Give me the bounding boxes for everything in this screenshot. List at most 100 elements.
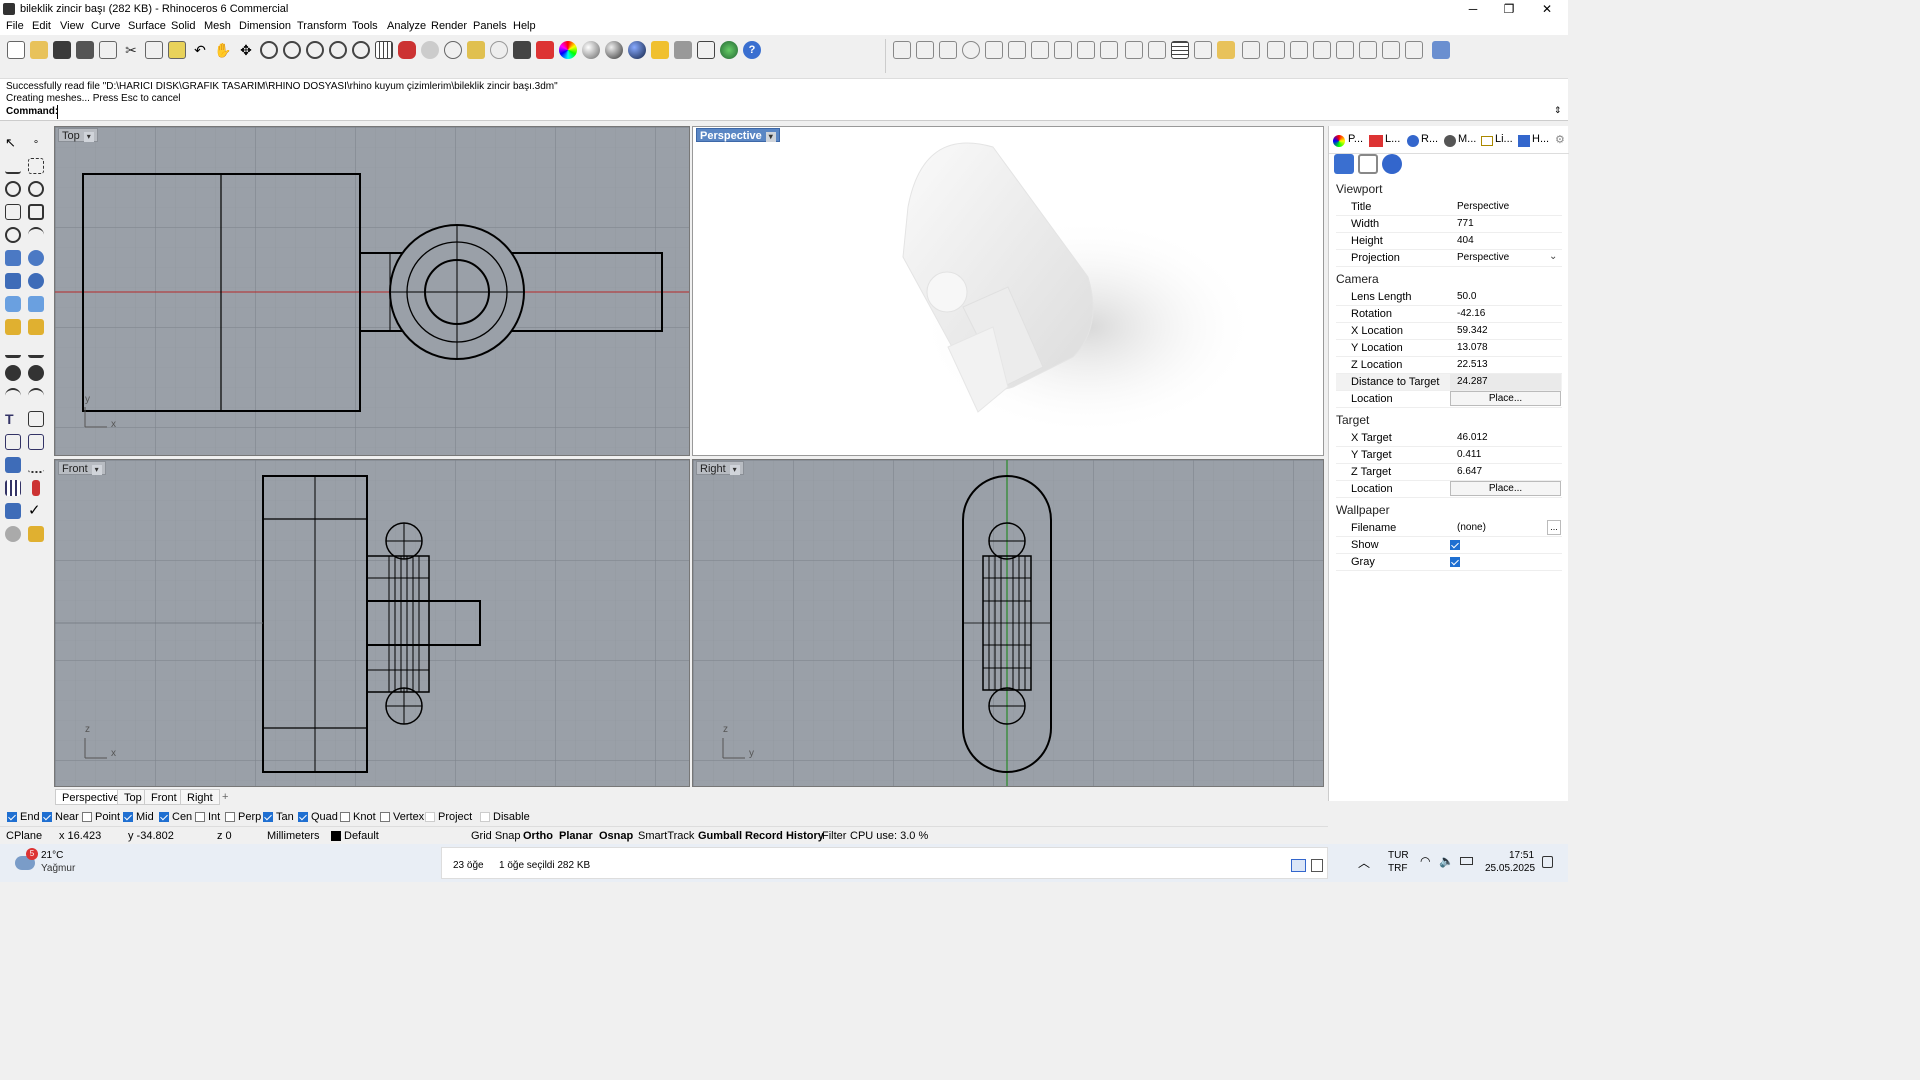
osnap-disable[interactable]: Disable [480,811,530,823]
viewport-perspective[interactable]: Perspective ▾ [692,126,1324,456]
checkbox-icon[interactable] [42,812,52,822]
clock-time[interactable]: 17:51 [1509,850,1534,861]
gumball-toggle[interactable]: Gumball [698,830,742,842]
chevron-down-icon[interactable]: ▾ [729,465,740,475]
checkbox-icon[interactable] [263,812,273,822]
checkbox-icon[interactable] [425,812,435,822]
menu-edit[interactable]: Edit [32,20,51,32]
edit-icon[interactable] [1242,41,1260,59]
cylinder-icon[interactable] [5,296,21,312]
clock-date[interactable]: 25.05.2025 [1485,863,1535,874]
viewport-props-icon[interactable] [1358,154,1378,174]
grid-snap-toggle[interactable]: Grid Snap [471,830,521,842]
menu-view[interactable]: View [60,20,84,32]
tab-materials[interactable]: M... [1458,133,1476,145]
menu-curve[interactable]: Curve [91,20,120,32]
osnap-quad[interactable]: Quad [298,811,338,823]
osnap-perp[interactable]: Perp [225,811,261,823]
prop-value-height[interactable]: 404 [1450,233,1561,249]
four-viewports-icon[interactable] [375,41,393,59]
minimize-button[interactable]: ─ [1458,2,1488,16]
wifi-icon[interactable]: ◠ [1420,854,1430,868]
osnap-mid[interactable]: Mid [123,811,154,823]
notification-icon[interactable] [1542,856,1553,868]
zoom-extents-icon[interactable] [306,41,324,59]
libraries-tab-icon[interactable] [1481,136,1493,146]
planar-toggle[interactable]: Planar [559,830,593,842]
command-scroll-icon[interactable]: ⇕ [1554,105,1562,116]
fillet-icon[interactable] [5,388,21,404]
select-arrow-icon[interactable]: ↖ [5,135,21,151]
screen-icon[interactable] [1194,41,1212,59]
scale-tool-icon[interactable] [28,411,44,427]
tab-perspective[interactable]: Perspective [55,789,127,805]
viewport-front[interactable]: z x Front ▾ [54,459,690,787]
osnap-cen[interactable]: Cen [159,811,192,823]
layer-name[interactable]: Default [344,830,379,842]
filter-toggle[interactable]: Filter [822,830,846,842]
prop-value-y-target[interactable]: 0.411 [1450,447,1561,463]
tab-layers[interactable]: L... [1385,133,1400,145]
zoom-icon[interactable] [260,41,278,59]
close-button[interactable]: ✕ [1532,2,1562,16]
gem-icon[interactable] [1290,41,1308,59]
array-tool-icon[interactable] [5,434,21,450]
join-icon[interactable] [5,365,21,381]
weather-condition[interactable]: Yağmur [41,863,75,874]
check-icon[interactable]: ✓ [28,503,44,519]
object-properties-icon[interactable] [467,41,485,59]
menu-render[interactable]: Render [431,20,467,32]
gumball-align-icon[interactable] [893,41,911,59]
cplane-button[interactable]: CPlane [6,830,42,842]
snapshot-icon[interactable] [421,41,439,59]
menu-solid[interactable]: Solid [171,20,195,32]
battery-icon[interactable] [1460,857,1473,865]
command-input[interactable] [57,105,1547,119]
point-icon[interactable]: ∘ [28,135,44,151]
add-tab-icon[interactable]: + [216,789,234,805]
paste-icon[interactable] [168,41,186,59]
scale-icon[interactable] [985,41,1003,59]
viewport-right-title[interactable]: Right ▾ [696,461,744,475]
chain-icon[interactable] [1382,41,1400,59]
loft-icon[interactable] [28,250,44,266]
color-wheel-icon[interactable] [559,41,577,59]
orient-icon[interactable] [1054,41,1072,59]
new-file-icon[interactable] [7,41,25,59]
import-icon[interactable] [99,41,117,59]
tab-libraries[interactable]: Li... [1495,133,1513,145]
weather-temperature[interactable]: 21°C [41,850,63,861]
surface-icon[interactable] [5,250,21,266]
globe-icon[interactable] [720,41,738,59]
folder-icon[interactable] [1217,41,1235,59]
prop-value-z-target[interactable]: 6.647 [1450,464,1561,480]
mesh-icon[interactable] [5,319,21,335]
prong-icon[interactable] [1313,41,1331,59]
checkbox-icon[interactable] [225,812,235,822]
record-history-toggle[interactable]: Record History [745,830,824,842]
menu-transform[interactable]: Transform [297,20,347,32]
maximize-button[interactable]: ❐ [1494,2,1524,16]
cut-icon[interactable]: ✂ [122,41,140,59]
polyline-icon[interactable] [5,158,21,174]
tab-help[interactable]: H... [1532,133,1549,145]
prop-value-title[interactable]: Perspective [1450,199,1561,215]
viewport-right[interactable]: z y Right ▾ [692,459,1324,787]
tab-properties[interactable]: P... [1348,133,1363,145]
curve-icon[interactable] [28,158,44,174]
prop-value-x-location[interactable]: 59.342 [1450,323,1561,339]
flow-icon[interactable] [1125,41,1143,59]
checkbox-icon[interactable] [480,812,490,822]
menu-analyze[interactable]: Analyze [387,20,426,32]
rotate-view-icon[interactable]: ✥ [237,41,255,59]
speaker-icon[interactable]: 🔈 [1439,854,1454,868]
checkbox-icon[interactable] [195,812,205,822]
chevron-down-icon[interactable]: ⌄ [1549,251,1557,262]
osnap-end[interactable]: End [7,811,40,823]
language-secondary[interactable]: TRF [1388,863,1407,874]
chevron-down-icon[interactable]: ▾ [765,132,776,142]
chevron-down-icon[interactable]: ▾ [83,132,94,142]
render-tool-icon[interactable] [5,526,21,542]
prop-value-distance[interactable]: 24.287 [1450,374,1561,390]
osnap-int[interactable]: Int [195,811,220,823]
